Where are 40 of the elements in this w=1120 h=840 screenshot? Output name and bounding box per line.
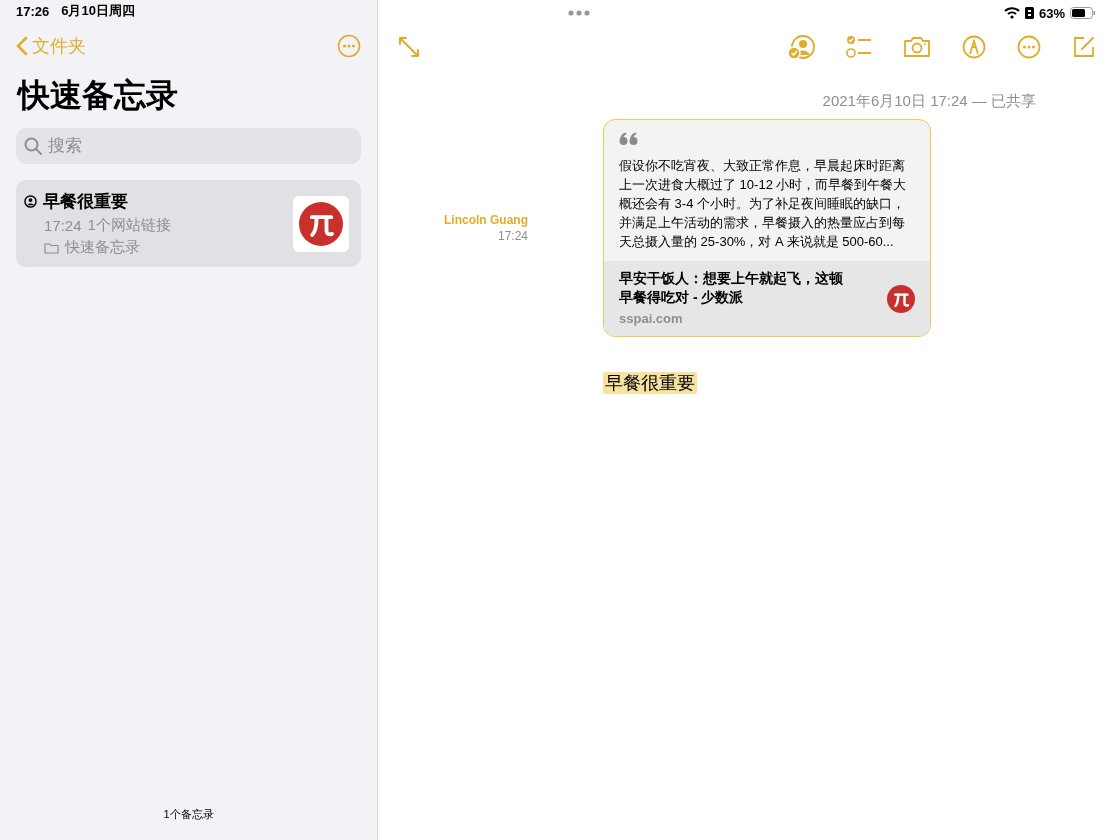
quote-line: 上一次进食大概过了 10-12 小时，而早餐到午餐大 [619,176,908,194]
link-card[interactable]: 假设你不吃宵夜、大致正常作息，早晨起床时距离 上一次进食大概过了 10-12 小时，而早餐到午餐大 概还会有 3-4 个小时。为了补足夜间睡眠的缺口， 并满足上午活动的需求，早餐摄入的热量应占到每 天总摄入量的 25-30%，对 A 来说就是 500-60... 早安干饭人：想要上午就起飞，这顿 早餐得吃对 - 少数派 sspai.com [603,119,931,337]
logo-icon [299,201,343,246]
note-summary: 1个网站链接 [87,216,171,235]
checklist-icon[interactable] [846,35,872,59]
expand-icon[interactable] [398,36,420,58]
chevron-left-icon [16,36,28,56]
note-count: 1个备忘录 [163,807,214,822]
link-title-line: 早餐得吃对 - 少数派 [619,288,745,307]
search-icon [24,137,42,155]
author-name: Lincoln Guang [444,213,528,227]
note-time: 17:24 [44,217,82,234]
note-title: 早餐很重要 [43,191,128,213]
wifi-icon [1003,7,1020,19]
quote-line: 并满足上午活动的需求，早餐摄入的热量应占到每 [619,214,906,232]
note-folder: 快速备忘录 [65,238,140,257]
compose-icon[interactable] [1072,35,1096,59]
collaborate-icon[interactable] [787,34,815,60]
battery-percent: 63% [1038,5,1065,21]
quote-line: 概还会有 3-4 个小时。为了补足夜间睡眠的缺口， [619,195,906,213]
multitasking-icon[interactable] [568,10,590,16]
note-body-text: 早餐很重要 [603,372,697,394]
quote-line: 天总摄入量的 25-30%，对 A 来说就是 500-60... [619,233,895,251]
more-icon[interactable] [337,34,361,58]
quote-line: 假设你不吃宵夜、大致正常作息，早晨起床时距离 [619,157,906,175]
more-icon[interactable] [1017,35,1041,59]
camera-icon[interactable] [903,36,931,58]
status-time: 17:26 [16,3,50,19]
note-item[interactable]: 早餐很重要 17:24 1个网站链接 快速备忘录 [16,180,361,267]
status-date: 6月10日周四 [61,2,135,20]
folder-icon [44,241,59,254]
battery-icon [1070,7,1096,19]
link-title-line: 早安干饭人：想要上午就起飞，这顿 [619,269,843,288]
quote-icon [619,132,639,146]
author-time: 17:24 [497,229,528,243]
note-date: 2021年6月10日 17:24 — 已共享 [822,92,1036,111]
markup-icon[interactable] [962,35,986,59]
sidebar-title: 快速备忘录 [18,76,179,115]
link-domain: sspai.com [619,310,684,328]
logo-icon [887,284,915,313]
